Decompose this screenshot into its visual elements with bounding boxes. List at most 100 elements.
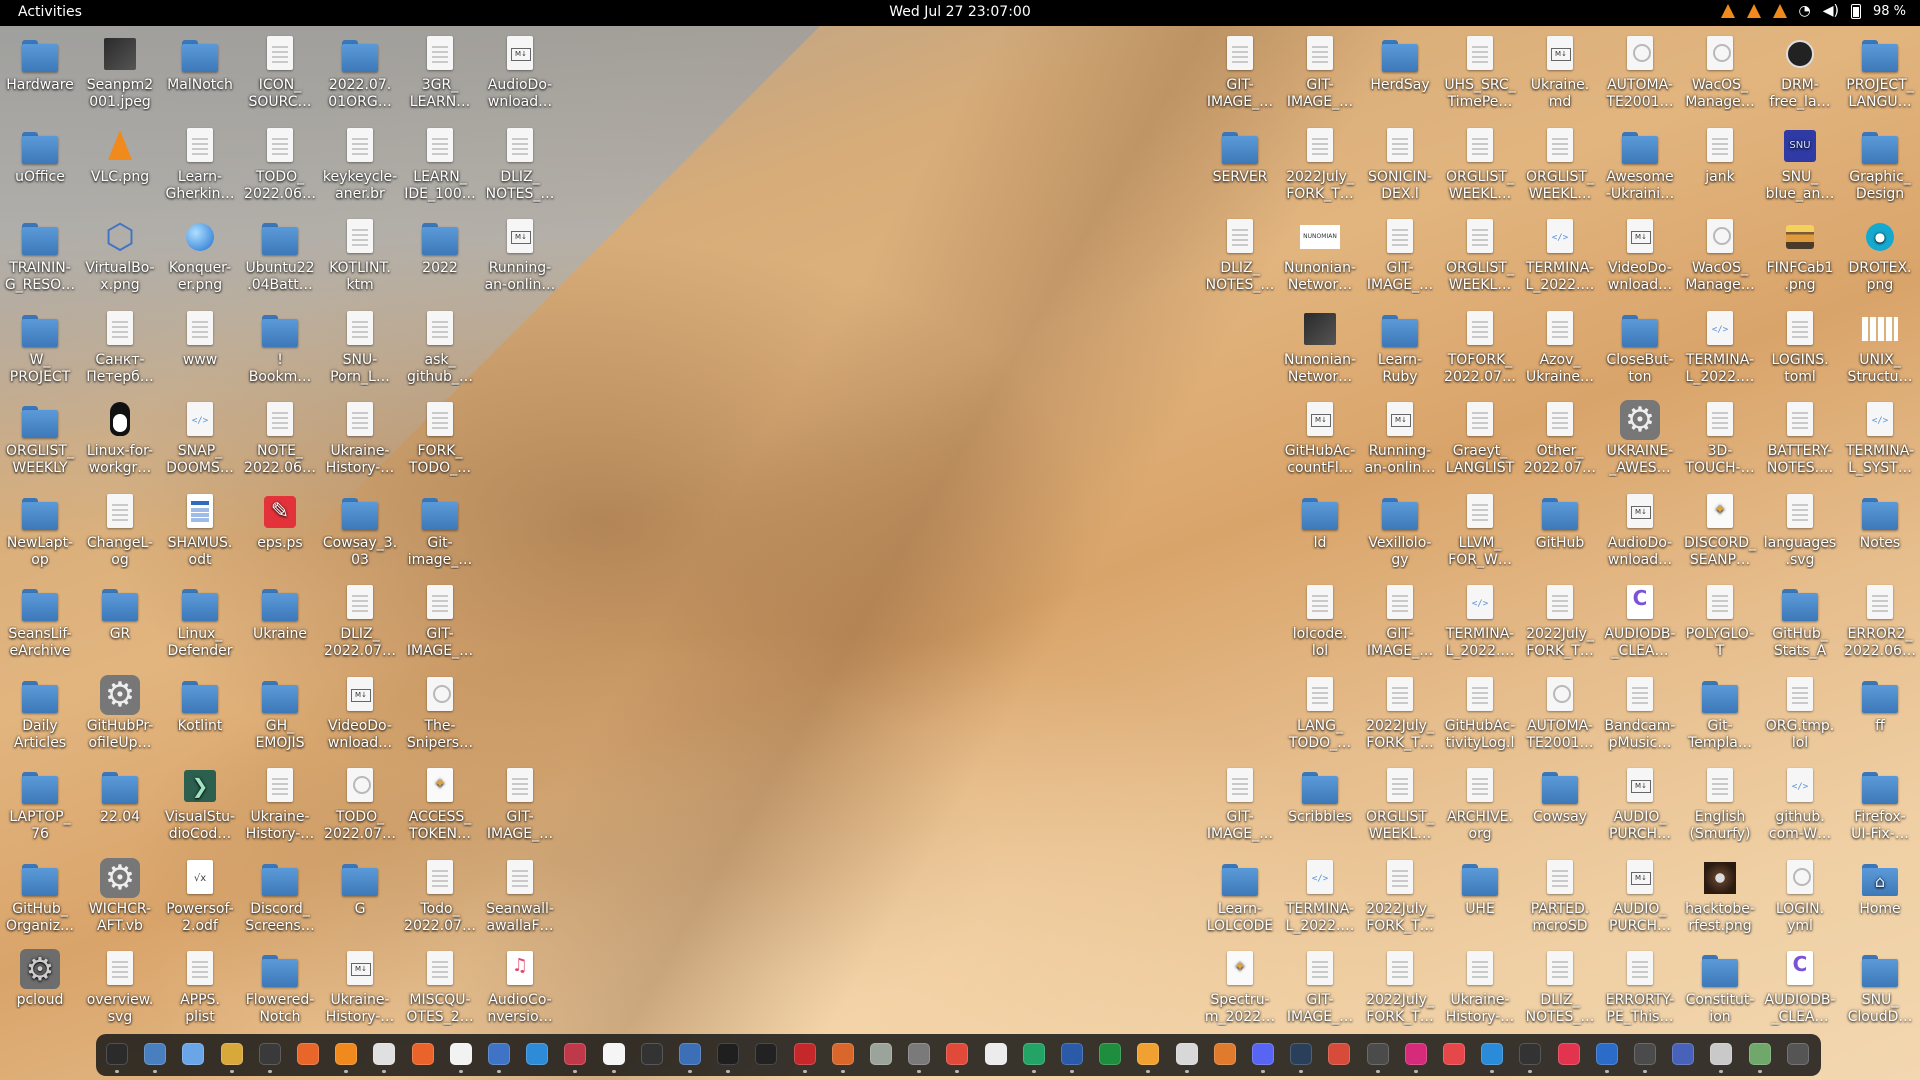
desktop-icon[interactable]: GIT- IMAGE_… bbox=[1280, 945, 1360, 1033]
desktop-icon[interactable]: MISCQU- OTES_2… bbox=[400, 945, 480, 1033]
desktop-icon[interactable]: SNU- Porn_L… bbox=[320, 305, 400, 393]
desktop-icon[interactable]: Ukraine- History-… bbox=[320, 945, 400, 1033]
desktop-icon[interactable]: Running- an-onlin… bbox=[1360, 396, 1440, 484]
firefox-icon[interactable] bbox=[297, 1043, 319, 1065]
desktop-icon[interactable]: Scribbles bbox=[1280, 762, 1360, 850]
vector-icon[interactable] bbox=[1366, 1043, 1389, 1073]
desktop-icon[interactable]: GIT- IMAGE_… bbox=[1280, 30, 1360, 118]
desktop-icon[interactable]: ff bbox=[1840, 671, 1920, 759]
amber-file-icon[interactable] bbox=[1137, 1043, 1160, 1073]
writer-icon[interactable] bbox=[984, 1043, 1007, 1065]
steam-icon[interactable] bbox=[1290, 1043, 1313, 1073]
desktop-icon[interactable]: VisualStu- dioCod… bbox=[160, 762, 240, 850]
volume-icon[interactable]: ◀) bbox=[1823, 3, 1839, 19]
desktop-icon[interactable]: GR bbox=[80, 579, 160, 667]
desktop-icon[interactable]: ! Bookm… bbox=[240, 305, 320, 393]
desktop-icon[interactable]: GIT- IMAGE_… bbox=[480, 762, 560, 850]
desktop-icon[interactable]: ORGLIST_ WEEKL… bbox=[1440, 213, 1520, 301]
desktop-icon[interactable]: AudioCo- nversio… bbox=[480, 945, 560, 1033]
desktop-icon[interactable]: KOTLINT. ktm bbox=[320, 213, 400, 301]
show-apps-icon[interactable] bbox=[1786, 1043, 1809, 1065]
desktop-icon[interactable]: ICON_ SOURC… bbox=[240, 30, 320, 118]
desktop-icon[interactable]: 3D- TOUCH-… bbox=[1680, 396, 1760, 484]
desktop-icon[interactable]: SONICIN- DEX.l bbox=[1360, 122, 1440, 210]
desktop-icon[interactable]: PROJECT_ LANGU… bbox=[1840, 30, 1920, 118]
desktop-icon[interactable]: G bbox=[320, 854, 400, 942]
help-icon[interactable] bbox=[526, 1043, 549, 1065]
desktop-icon[interactable]: SNU_ CloudD… bbox=[1840, 945, 1920, 1033]
ruby-icon[interactable] bbox=[793, 1043, 816, 1073]
desktop-icon[interactable]: AUDIODB- _CLEA… bbox=[1600, 579, 1680, 667]
screenshot-icon[interactable] bbox=[640, 1043, 663, 1065]
desktop-icon[interactable]: W_ PROJECT bbox=[0, 305, 80, 393]
desktop-icon[interactable]: NewLapt- op bbox=[0, 488, 80, 576]
desktop-icon[interactable]: LEARN_ IDE_100… bbox=[400, 122, 480, 210]
desktop-icon[interactable]: VLC.png bbox=[80, 122, 160, 210]
desktop-icon[interactable]: pcloud bbox=[0, 945, 80, 1033]
blank-doc-icon[interactable] bbox=[602, 1043, 625, 1073]
desktop-icon[interactable]: SeansLif- eArchive bbox=[0, 579, 80, 667]
desktop-icon[interactable]: MalNotch bbox=[160, 30, 240, 118]
trash-icon[interactable] bbox=[1748, 1043, 1771, 1073]
desktop-icon[interactable]: www bbox=[160, 305, 240, 393]
vlc-tray-icon[interactable] bbox=[1746, 4, 1761, 18]
desktop-icon[interactable]: CloseBut- ton bbox=[1600, 305, 1680, 393]
desktop-icon[interactable]: FINFCab1 .png bbox=[1760, 213, 1840, 301]
desktop-icon[interactable]: Cowsay_3. 03 bbox=[320, 488, 400, 576]
desktop-icon[interactable]: languages .svg bbox=[1760, 488, 1840, 576]
spreadsheet-icon[interactable] bbox=[1022, 1043, 1045, 1073]
activities-button[interactable]: Activities bbox=[18, 4, 82, 20]
desktop-icon[interactable]: keykeycle- aner.br bbox=[320, 122, 400, 210]
desktop-icon[interactable]: ORGLIST_ WEEKL… bbox=[1520, 122, 1600, 210]
console-icon[interactable] bbox=[258, 1043, 281, 1073]
desktop-icon[interactable]: Learn- LOLCODE bbox=[1200, 854, 1280, 942]
desktop-icon[interactable]: TERMINA- L_2022.… bbox=[1440, 579, 1520, 667]
desktop-icon[interactable]: ARCHIVE. org bbox=[1440, 762, 1520, 850]
desktop-icon[interactable]: UKRAINE- _AWES… bbox=[1600, 396, 1680, 484]
desktop-icon[interactable]: DRM- free_la… bbox=[1760, 30, 1840, 118]
desktop-icon[interactable]: GH_ EMOJIS bbox=[240, 671, 320, 759]
desktop-icon[interactable]: github. com-W… bbox=[1760, 762, 1840, 850]
desktop-icon[interactable]: 22.04 bbox=[80, 762, 160, 850]
desktop-icon[interactable]: UHS_SRC_ TimePe… bbox=[1440, 30, 1520, 118]
desktop-icon[interactable]: AUTOMA- TE2001… bbox=[1600, 30, 1680, 118]
desktop-icon[interactable]: GitHub_ Stats_A bbox=[1760, 579, 1840, 667]
battery-percentage[interactable]: 98 % bbox=[1873, 4, 1906, 19]
desktop-icon[interactable]: Git- Templa… bbox=[1680, 671, 1760, 759]
desktop-icon[interactable]: Other_ 2022.07… bbox=[1520, 396, 1600, 484]
desktop-icon[interactable]: Ukraine- History-… bbox=[240, 762, 320, 850]
desktop-icon[interactable]: TODO_ 2022.07… bbox=[320, 762, 400, 850]
desktop-icon[interactable]: ld bbox=[1280, 488, 1360, 576]
desktop-icon[interactable]: Git- image_… bbox=[400, 488, 480, 576]
desktop-icon[interactable]: uOffice bbox=[0, 122, 80, 210]
desktop-icon[interactable]: Konquer- er.png bbox=[160, 213, 240, 301]
desktop-icon[interactable]: GIT- IMAGE_… bbox=[1200, 30, 1280, 118]
desktop-icon[interactable]: Ukraine- History-… bbox=[320, 396, 400, 484]
desktop-icon[interactable]: Ukraine bbox=[240, 579, 320, 667]
chrome-icon[interactable] bbox=[946, 1043, 969, 1073]
desktop-icon[interactable]: AudioDo- wnload… bbox=[480, 30, 560, 118]
wifi-icon[interactable]: ◔ bbox=[1799, 3, 1811, 19]
desktop-icon[interactable]: GitHub_ Organiz… bbox=[0, 854, 80, 942]
vlc-icon[interactable] bbox=[335, 1043, 358, 1073]
desktop-icon[interactable]: Flowered- Notch bbox=[240, 945, 320, 1033]
calendar-icon[interactable] bbox=[1443, 1043, 1465, 1065]
desktop-icon[interactable]: Ukraine. md bbox=[1520, 30, 1600, 118]
desktop-icon[interactable]: Ubuntu22 .04Batt… bbox=[240, 213, 320, 301]
desktop-icon[interactable]: TERMINA- L_2022.… bbox=[1280, 854, 1360, 942]
desktop-icon[interactable]: SNU_ blue_an… bbox=[1760, 122, 1840, 210]
desktop-icon[interactable]: FORK_ TODO_… bbox=[400, 396, 480, 484]
scanner-icon[interactable] bbox=[908, 1043, 931, 1073]
desktop-icon[interactable]: WacOS_ Manage… bbox=[1680, 30, 1760, 118]
desktop-icon[interactable]: DLIZ_ NOTES_… bbox=[1200, 213, 1280, 301]
desktop-icon[interactable]: Learn- Gherkin… bbox=[160, 122, 240, 210]
desktop-icon[interactable]: Seanpm2 001.jpeg bbox=[80, 30, 160, 118]
gitkraken-icon[interactable] bbox=[831, 1043, 854, 1073]
desktop-icon[interactable]: overview. svg bbox=[80, 945, 160, 1033]
desktop-icon[interactable]: POLYGLO- T bbox=[1680, 579, 1760, 667]
install-icon[interactable] bbox=[1175, 1043, 1198, 1073]
document-viewer-icon[interactable] bbox=[488, 1043, 510, 1073]
github-icon[interactable] bbox=[1519, 1043, 1542, 1073]
desktop-icon[interactable]: BATTERY- NOTES.… bbox=[1760, 396, 1840, 484]
desktop-icon[interactable]: TERMINA- L_SYST… bbox=[1840, 396, 1920, 484]
